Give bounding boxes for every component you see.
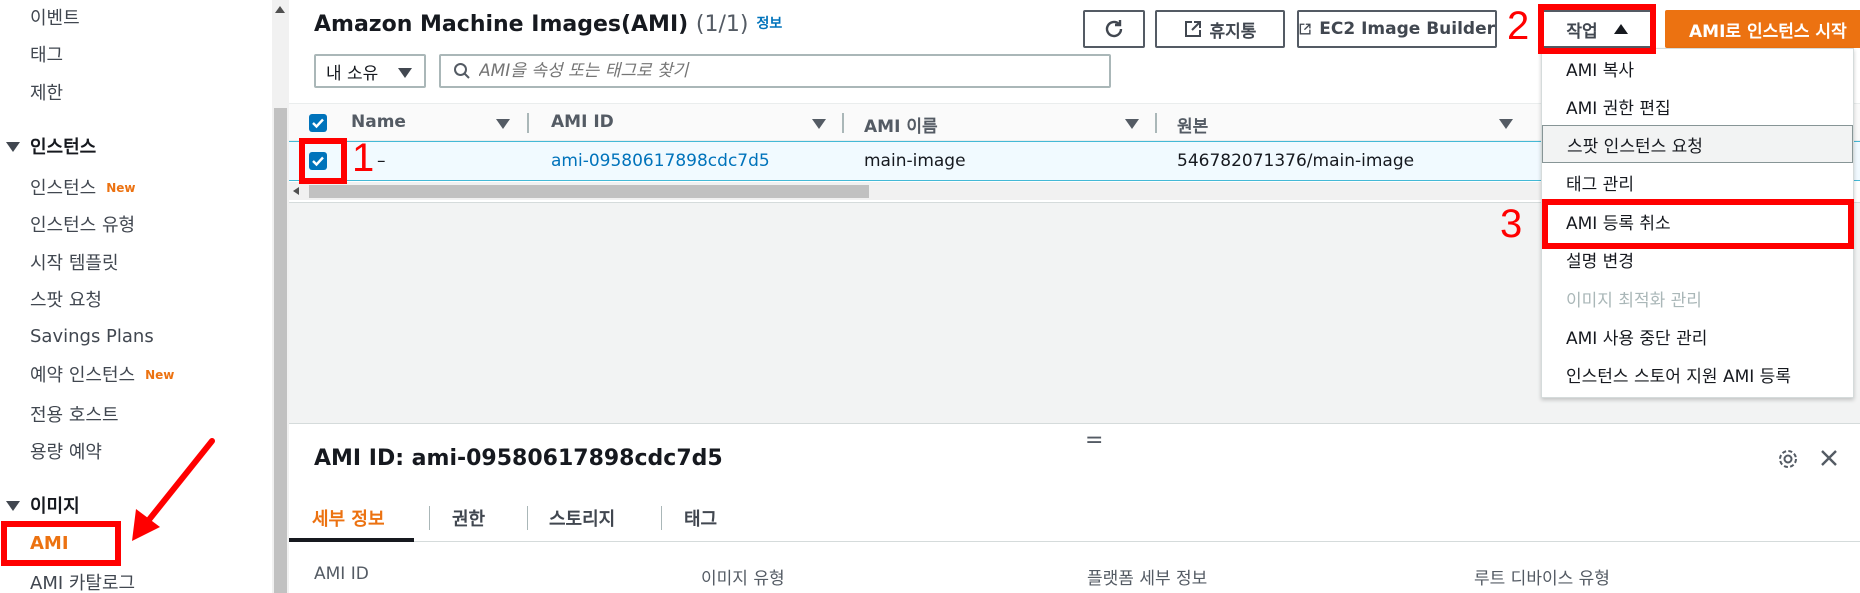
split-panel-title: AMI ID: ami-09580617898cdc7d5 [314,446,723,471]
caret-down-icon [6,142,20,152]
ec2-image-builder-button[interactable]: EC2 Image Builder [1297,10,1497,48]
sidebar-item-instance-types[interactable]: 인스턴스 유형 [30,211,135,237]
detail-label-root-device-type: 루트 디바이스 유형 [1474,569,1610,589]
resize-handle-icon[interactable]: = [1085,428,1103,453]
annotation-box-ami-nav [1,521,121,566]
details-split-panel: = AMI ID: ami-09580617898cdc7d5 세부 정보 권한… [289,423,1860,593]
sidebar-item-instances[interactable]: 인스턴스 New [30,174,136,200]
sidebar-item-spot-requests[interactable]: 스팟 요청 [30,286,102,312]
tab-details[interactable]: 세부 정보 [312,505,385,531]
caret-down-icon [6,501,20,511]
gear-icon[interactable] [1777,448,1799,470]
tab-divider [661,506,662,530]
column-header-ami-name[interactable]: AMI 이름 [864,112,938,137]
active-tab-indicator [289,538,414,542]
annotation-box-actions [1538,4,1656,54]
cell-source: 546782071376/main-image [1177,151,1415,171]
sort-icon[interactable] [496,119,510,129]
scrollbar-thumb[interactable] [274,108,287,593]
detail-label-image-type: 이미지 유형 [701,569,785,589]
sidebar-item-tags[interactable]: 태그 [30,41,63,67]
menu-item-manage-ami-deprecation[interactable]: AMI 사용 중단 관리 [1542,317,1853,355]
annotation-number-2: 2 [1507,4,1530,48]
sidebar-item-launch-templates[interactable]: 시작 템플릿 [30,249,119,275]
annotation-box-checkbox [299,138,347,184]
detail-label-platform-details: 플랫폼 세부 정보 [1087,569,1208,589]
column-header-name[interactable]: Name [351,112,406,132]
menu-item-request-spot-instances[interactable]: 스팟 인스턴스 요청 [1542,125,1853,163]
selection-count: (1/1) [695,12,749,37]
scrollbar-thumb[interactable] [309,185,869,198]
sidebar-scrollbar[interactable] [272,0,289,593]
recycle-bin-button[interactable]: 휴지통 [1155,10,1285,48]
menu-item-copy-ami[interactable]: AMI 복사 [1542,49,1853,87]
cell-ami-id-link[interactable]: ami-09580617898cdc7d5 [551,151,770,171]
sidebar-item-limits[interactable]: 제한 [30,79,63,105]
sidebar-section-images[interactable]: 이미지 [6,492,80,518]
search-icon [454,63,470,79]
annotation-box-deregister [1542,199,1854,249]
search-input[interactable] [479,61,1079,81]
page-title: Amazon Machine Images(AMI) (1/1) 정보 [314,12,783,37]
tab-permissions[interactable]: 권한 [452,505,485,531]
cell-name: – [377,151,386,171]
caret-down-icon [398,68,412,78]
sidebar-item-capacity-reservations[interactable]: 용량 예약 [30,438,102,464]
tab-divider [527,506,528,530]
search-field[interactable] [439,54,1111,88]
sidebar-item-ami-catalog[interactable]: AMI 카탈로그 [30,569,135,593]
tab-tags[interactable]: 태그 [684,505,717,531]
info-link[interactable]: 정보 [756,16,782,32]
annotation-number-1: 1 [352,136,375,180]
sort-icon[interactable] [1125,119,1139,129]
tab-storage[interactable]: 스토리지 [549,505,615,531]
scroll-up-icon[interactable] [275,6,285,13]
sidebar-section-instances[interactable]: 인스턴스 [6,133,96,159]
menu-item-register-instance-store-ami[interactable]: 인스턴스 스토어 지원 AMI 등록 [1542,355,1853,393]
owner-filter-select[interactable]: 내 소유 [314,54,426,88]
menu-item-edit-ami-permissions[interactable]: AMI 권한 편집 [1542,87,1853,125]
select-all-checkbox[interactable] [309,114,327,132]
menu-item-manage-tags[interactable]: 태그 관리 [1542,163,1853,201]
new-badge: New [106,181,136,195]
table-horizontal-scrollbar[interactable] [289,182,1589,200]
column-divider[interactable] [527,113,529,133]
launch-instance-from-ami-button[interactable]: AMI로 인스턴스 시작 [1665,10,1860,48]
external-link-icon [1299,23,1311,35]
sort-icon[interactable] [812,119,826,129]
column-header-ami-id[interactable]: AMI ID [551,112,614,132]
split-panel-tabs: 세부 정보 권한 스토리지 태그 [289,494,1860,542]
sort-icon[interactable] [1499,119,1513,129]
sidebar-item-savings-plans[interactable]: Savings Plans [30,326,154,347]
new-badge: New [145,368,175,382]
scroll-left-icon[interactable] [293,187,299,195]
sidebar-item-dedicated-hosts[interactable]: 전용 호스트 [30,401,119,427]
menu-item-manage-image-optimization: 이미지 최적화 관리 [1566,290,1702,311]
sidebar-item-reserved-instances[interactable]: 예약 인스턴스 New [30,361,174,387]
annotation-arrow-icon [132,438,215,541]
close-icon[interactable] [1819,448,1839,468]
tab-divider [429,506,430,530]
column-divider[interactable] [1155,113,1157,133]
refresh-button[interactable] [1083,10,1145,48]
annotation-number-3: 3 [1500,202,1523,246]
column-header-source[interactable]: 원본 [1177,112,1208,137]
refresh-icon [1105,20,1123,38]
external-link-icon [1184,21,1201,37]
detail-label-ami-id: AMI ID [314,564,369,584]
sidebar-item-events[interactable]: 이벤트 [30,4,80,30]
cell-ami-name: main-image [864,151,966,171]
column-divider[interactable] [842,113,844,133]
check-icon [312,118,324,129]
